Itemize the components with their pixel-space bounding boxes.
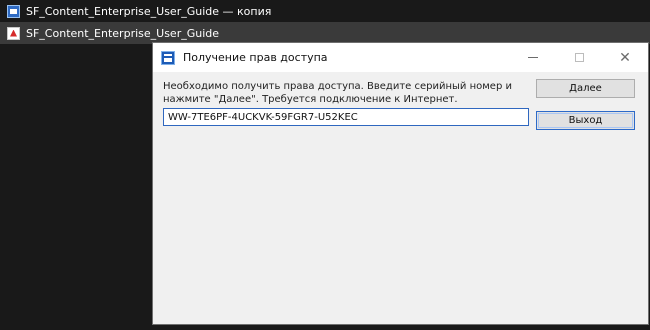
maximize-button	[556, 43, 602, 72]
window-controls: ✕	[510, 43, 648, 72]
pdf-file-icon	[7, 26, 20, 40]
maximize-icon	[574, 53, 584, 62]
shortcut-file-icon	[7, 4, 20, 18]
explorer-item-label: SF_Content_Enterprise_User_Guide	[26, 26, 220, 40]
minimize-icon	[528, 57, 538, 58]
access-rights-dialog: Получение прав доступа ✕ Необходимо полу…	[152, 42, 649, 325]
explorer-item-selected[interactable]: SF_Content_Enterprise_User_Guide	[0, 22, 650, 44]
exit-button[interactable]: Выход	[536, 111, 635, 130]
explorer-item-label: SF_Content_Enterprise_User_Guide — копия	[26, 4, 272, 18]
close-icon: ✕	[619, 49, 631, 66]
dialog-titlebar[interactable]: Получение прав доступа ✕	[153, 43, 648, 72]
serial-number-input[interactable]	[163, 108, 529, 126]
app-icon	[161, 50, 175, 65]
close-button[interactable]: ✕	[602, 43, 648, 72]
explorer-item-copy[interactable]: SF_Content_Enterprise_User_Guide — копия	[0, 0, 650, 22]
next-button[interactable]: Далее	[536, 79, 635, 98]
dialog-title: Получение прав доступа	[183, 51, 328, 64]
minimize-button[interactable]	[510, 43, 556, 72]
instruction-text: Необходимо получить права доступа. Введи…	[163, 81, 512, 105]
